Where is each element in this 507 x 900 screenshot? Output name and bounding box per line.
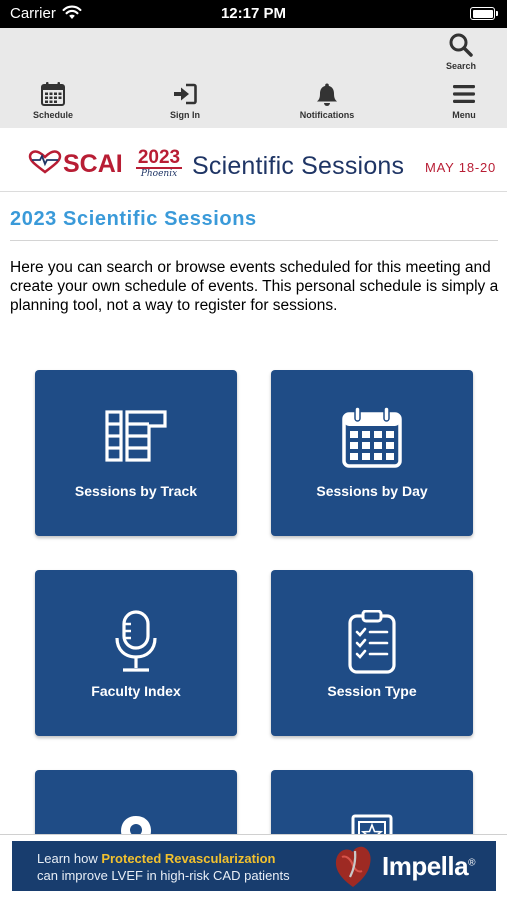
ad-text-prefix: Learn how: [37, 851, 102, 866]
tile-label: Sessions by Track: [74, 483, 198, 499]
ad-text-line-2: can improve LVEF in high-risk CAD patien…: [37, 868, 290, 883]
page-title: 2023 Scientific Sessions: [10, 208, 257, 230]
notifications-button[interactable]: Notifications: [292, 81, 362, 120]
scai-logo: SCAI: [28, 150, 123, 181]
search-label: Search: [445, 61, 477, 71]
app-screen: Carrier 12:17 PM Search Schedule Sign In…: [0, 0, 507, 900]
tile-label: Session Type: [327, 683, 417, 699]
event-year: 2023: [136, 147, 182, 169]
heart-logo-icon: [28, 150, 62, 181]
clock-time: 12:17 PM: [220, 5, 287, 22]
registered-mark: ®: [468, 857, 475, 869]
scai-wordmark: SCAI: [63, 150, 123, 179]
clipboard-checklist-icon: [271, 610, 473, 674]
event-dates: MAY 18-20: [425, 160, 497, 175]
faculty-index-tile[interactable]: Faculty Index: [35, 570, 237, 736]
ad-highlight-text: Protected Revascularization: [101, 851, 276, 866]
title-divider: [10, 240, 498, 241]
search-button[interactable]: Search: [441, 32, 481, 71]
intro-text: Here you can search or browse events sch…: [10, 259, 499, 314]
menu-button[interactable]: Menu: [444, 81, 484, 120]
status-bar: Carrier 12:17 PM: [0, 0, 507, 28]
calendar-icon: [27, 81, 79, 107]
hamburger-menu-icon: [444, 81, 484, 107]
sessions-by-day-tile[interactable]: Sessions by Day: [271, 370, 473, 536]
microphone-icon: [35, 610, 237, 672]
top-toolbar: Search Schedule Sign In Notifications Me…: [0, 28, 507, 128]
impella-ad-banner[interactable]: Learn how Protected Revascularization ca…: [12, 841, 496, 891]
track-layout-icon: [35, 410, 237, 470]
tile-label: Sessions by Day: [316, 483, 428, 499]
tile-label: Faculty Index: [91, 683, 181, 699]
ad-text-line-1: Learn how Protected Revascularization: [37, 851, 275, 866]
battery-icon: [470, 7, 498, 20]
sign-in-label: Sign In: [170, 110, 200, 120]
menu-label: Menu: [452, 110, 476, 120]
impella-logo: Impella®: [382, 851, 475, 882]
schedule-label: Schedule: [32, 110, 73, 120]
session-type-tile[interactable]: Session Type: [271, 570, 473, 736]
event-city: Phoenix: [140, 169, 178, 179]
sign-in-icon: [160, 81, 210, 107]
ad-brand-name: Impella: [382, 851, 469, 881]
schedule-button[interactable]: Schedule: [27, 81, 79, 120]
calendar-icon: [271, 406, 473, 468]
bell-icon: [292, 81, 362, 107]
notifications-label: Notifications: [299, 110, 355, 120]
sign-in-button[interactable]: Sign In: [160, 81, 210, 120]
event-year-logo: 2023 Phoenix: [136, 148, 182, 180]
event-banner: SCAI 2023 Phoenix Scientific Sessions MA…: [0, 128, 507, 192]
sessions-by-track-tile[interactable]: Sessions by Track: [35, 370, 237, 536]
ad-container: Learn how Protected Revascularization ca…: [0, 834, 507, 900]
heart-device-image: [332, 843, 374, 889]
banner-title: Scientific Sessions: [192, 152, 405, 180]
search-icon: [441, 32, 481, 58]
